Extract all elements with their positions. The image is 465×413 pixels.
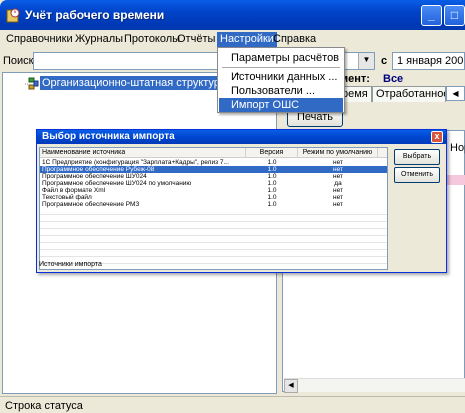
list-cell-default: нет [333, 166, 343, 173]
list-item[interactable]: 1С Предприятие (конфигурация "Зарплата+К… [40, 159, 387, 166]
menu-references[interactable]: Справочники [3, 32, 76, 47]
import-source-list[interactable]: Наименование источника Версия Режим по у… [39, 147, 388, 270]
grid-column-header: Нор [450, 142, 465, 154]
list-item[interactable]: Файл в формате Xml 1.0 нет [40, 187, 387, 194]
status-bar: Строка статуса [0, 396, 465, 413]
from-label: с [381, 55, 388, 67]
list-cell-default: да [334, 180, 342, 187]
tab-scroll-left-icon[interactable]: ◀ [446, 86, 465, 101]
menu-item-users[interactable]: Пользователи ... [219, 84, 343, 98]
list-grid-line [40, 256, 387, 257]
list-grid-line [40, 242, 387, 243]
department-value: Все [383, 73, 404, 85]
dialog-footer-label: Источники импорта [39, 261, 102, 268]
list-grid-line [40, 214, 387, 215]
list-cell-default: нет [333, 187, 343, 194]
grid-highlight-row [445, 175, 465, 185]
list-cell-default: нет [333, 194, 343, 201]
menu-item-import-oshs[interactable]: Импорт ОШС [219, 98, 343, 112]
import-source-dialog: Выбор источника импорта x Наименование и… [36, 129, 447, 273]
list-cell-version: 1.0 [267, 194, 277, 201]
minimize-button[interactable]: _ [421, 5, 442, 26]
cancel-button[interactable]: Отменить [394, 167, 440, 183]
list-item[interactable]: Программное обеспечение РМЗ 1.0 нет [40, 201, 387, 208]
dialog-title: Выбор источника импорта [42, 131, 175, 142]
settings-dropdown: Параметры расчётов ... Источники данных … [217, 47, 345, 113]
list-cell-version: 1.0 [267, 166, 277, 173]
window-title: Учёт рабочего времени [25, 8, 165, 22]
list-cell-name: Файл в формате Xml [42, 187, 106, 194]
list-item[interactable]: Программное обеспечение ШУ024 1.0 нет [40, 173, 387, 180]
list-cell-default: нет [333, 201, 343, 208]
scroll-left-icon[interactable]: ◀ [284, 379, 298, 393]
menu-reports[interactable]: Отчёты [174, 32, 218, 47]
list-grid-line [40, 221, 387, 222]
list-cell-version: 1.0 [267, 201, 277, 208]
list-cell-name: Программное обеспечение Рубеж-08 [42, 166, 155, 173]
select-button[interactable]: Выбрать [394, 149, 440, 165]
tree-item-org-structure[interactable]: Организационно-штатная структура [40, 76, 229, 90]
list-cell-name: Программное обеспечение ШУ024 по умолчан… [42, 180, 192, 187]
list-grid-line [40, 228, 387, 229]
status-text: Строка статуса [5, 400, 83, 412]
chevron-down-icon[interactable]: ▼ [358, 53, 374, 69]
menu-item-data-sources[interactable]: Источники данных ... [219, 70, 343, 84]
list-cell-version: 1.0 [267, 173, 277, 180]
column-header-default[interactable]: Режим по умолчанию [298, 148, 378, 158]
dialog-title-bar: Выбор источника импорта x [37, 130, 446, 144]
close-icon[interactable]: x [431, 131, 443, 143]
horizontal-scrollbar[interactable]: ◀ [284, 378, 465, 393]
list-cell-version: 1.0 [267, 159, 277, 166]
menu-help[interactable]: Справка [270, 32, 319, 47]
search-input[interactable] [33, 52, 218, 70]
app-icon [6, 8, 20, 23]
menu-journals[interactable]: Журналы [72, 32, 126, 47]
date-input[interactable]: 1 января 2006 [392, 52, 465, 70]
list-cell-version: 1.0 [267, 187, 277, 194]
list-item[interactable]: Программное обеспечение ШУ024 по умолчан… [40, 180, 387, 187]
org-structure-icon [25, 77, 39, 90]
list-cell-version: 1.0 [267, 180, 277, 187]
menu-bar: Справочники Журналы Протоколы Отчёты Нас… [0, 30, 465, 48]
list-cell-default: нет [333, 173, 343, 180]
list-cell-name: Программное обеспечение ШУ024 [42, 173, 147, 180]
list-cell-name: Программное обеспечение РМЗ [42, 201, 140, 208]
maximize-button[interactable]: □ [444, 5, 465, 26]
list-cell-default: нет [333, 159, 343, 166]
list-grid-line [40, 249, 387, 250]
list-item[interactable]: Программное обеспечение Рубеж-08 1.0 нет [40, 166, 387, 173]
menu-settings[interactable]: Настройки [217, 32, 277, 47]
list-grid-line [40, 235, 387, 236]
list-cell-name: Текстовый файл [42, 194, 92, 201]
list-item[interactable]: Текстовый файл 1.0 нет [40, 194, 387, 201]
menu-separator [222, 67, 340, 68]
column-header-version[interactable]: Версия [246, 148, 298, 158]
title-bar: Учёт рабочего времени _ □ [0, 0, 465, 30]
column-header-name[interactable]: Наименование источника [40, 148, 246, 158]
menu-item-calc-params[interactable]: Параметры расчётов ... [219, 51, 343, 78]
tab-worked[interactable]: Отработанное со [372, 86, 446, 102]
list-header: Наименование источника Версия Режим по у… [40, 148, 387, 158]
list-cell-name: 1С Предприятие (конфигурация "Зарплата+К… [42, 159, 229, 166]
